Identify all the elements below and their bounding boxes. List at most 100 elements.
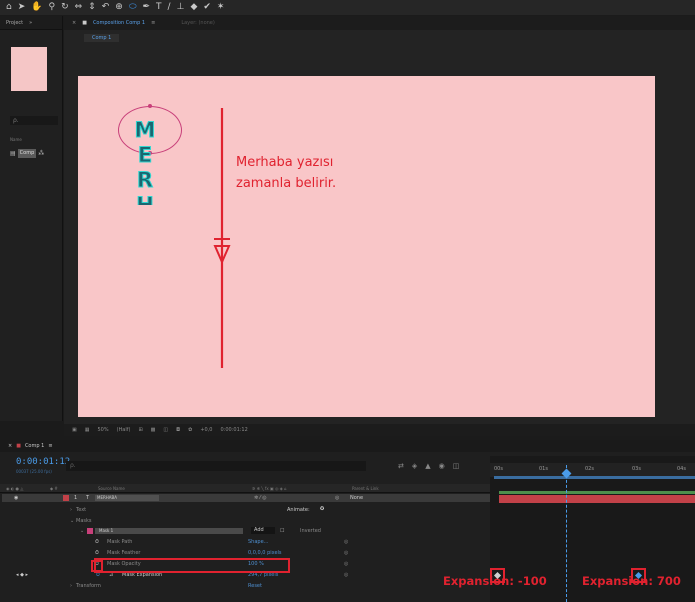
keyframe[interactable] [493,571,502,580]
project-item-comp[interactable]: ▤ Comp ⁂ [10,148,44,158]
orbit-tool-icon[interactable]: ↻ [61,0,69,15]
parent-pickwhip-icon[interactable]: ◎ [335,495,339,501]
expression-pickwhip-icon[interactable]: ◎ [344,539,348,545]
comp-breadcrumb[interactable]: Comp 1 [84,34,120,42]
parent-header[interactable]: Parent & Link [352,486,379,491]
twirl-icon[interactable]: › [70,507,72,513]
keyframe-navigator[interactable]: ◂ ◆ ▸ [16,572,28,578]
dolly-tool-icon[interactable]: ⇕ [88,0,96,15]
project-item-label: Comp [17,148,37,158]
playhead-line [566,465,567,602]
tab-layer[interactable]: Layer: (none) [181,20,215,26]
text-tool-icon[interactable]: T [156,0,162,15]
composition-viewer[interactable]: M E R H Merhaba yazısı zamanla belirir. [78,76,655,417]
source-name-header[interactable]: Source Name [98,486,125,491]
ruler-tick: 02s [585,466,594,472]
mask-path-value[interactable]: Shape... [248,539,268,545]
expression-pickwhip-icon[interactable]: ◎ [344,561,348,567]
name-column-header[interactable]: Name [10,137,22,142]
letter: R [136,168,154,193]
graph-editor-icon[interactable]: ◫ [453,462,468,470]
tools-toolbar: ⌂ ➤ ✋ ⚲ ↻ ⇔ ⇕ ↶ ⊕ ⬭ ✒ T ∕ ⊥ ◆ ✔ ✶ [0,0,695,15]
motion-blur-icon[interactable]: ◉ [439,462,453,470]
annotation-line: Merhaba yazısı [236,155,334,170]
rotate-tool-icon[interactable]: ↶ [102,0,110,15]
layer-switches[interactable]: ✲ ⁄ ◎ [254,495,267,501]
timeline-search-input[interactable]: ρ. [66,461,366,471]
masks-group[interactable]: Masks [76,518,91,524]
layer-duration-bar[interactable] [499,495,695,503]
resolution-dropdown[interactable]: (Half) [117,427,131,433]
expression-pickwhip-icon[interactable]: ◎ [344,550,348,556]
ruler-tick: 03s [632,466,641,472]
mask-color-swatch[interactable] [87,528,93,534]
twirl-icon[interactable]: ⌄ [80,528,84,534]
frame-rate-label: 00037 (25.00 fps) [16,469,52,474]
mask-vertex[interactable] [148,104,152,108]
stopwatch-icon[interactable]: ⏱ [95,539,99,545]
eraser-tool-icon[interactable]: ◆ [190,0,197,15]
twirl-icon[interactable]: ⌄ [70,518,74,524]
animate-add-icon[interactable]: ✪ [320,506,324,512]
roto-brush-tool-icon[interactable]: ✔ [203,0,211,15]
panel-menu-icon[interactable]: » [29,20,32,26]
zoom-tool-icon[interactable]: ⚲ [48,0,55,15]
text-group[interactable]: Text [76,507,86,513]
zoom-dropdown[interactable]: 50% [97,427,108,433]
keyframe-highlight [490,568,505,583]
pen-tool-icon[interactable]: ✒ [143,0,151,15]
mask-name[interactable]: Mask 1 [95,528,243,534]
stopwatch-icon[interactable]: ⏱ [95,550,99,556]
panel-close-icon[interactable]: × [72,20,76,26]
panel-close-icon[interactable]: × [8,443,12,449]
mask-ellipse-tool-icon[interactable]: ⬭ [129,0,137,15]
current-time-display[interactable]: 0:00:01:12 [220,427,247,433]
clone-stamp-tool-icon[interactable]: ⊥ [177,0,185,15]
parent-dropdown[interactable]: None [350,495,363,501]
mask-feather-value[interactable]: 0,0,0,0 pixels [248,550,282,556]
timeline-tabbar: × ■ Comp 1 ≡ [0,440,695,452]
time-ruler[interactable]: 00s 01s 02s 03s 04s [490,463,695,477]
layer-column-header: ◉ ◐ ● ◬ ◆ # Source Name ✲ ✻ ╲ fx ▣ ◎ ◈ ⌂… [0,484,490,493]
tab-composition[interactable]: Composition Comp 1 [93,20,145,26]
region-of-interest-icon[interactable]: ▣ [72,427,77,433]
tab-comp1[interactable]: Comp 1 [25,443,44,449]
anchor-tool-icon[interactable]: ⊕ [115,0,123,15]
expression-pickwhip-icon[interactable]: ◎ [344,572,348,578]
inverted-checkbox[interactable]: ☐ [280,528,284,534]
lock-icon[interactable]: ■ [82,20,87,26]
tab-menu-icon[interactable]: ≡ [48,443,52,449]
keyframe[interactable] [634,571,643,580]
work-area-bar[interactable] [494,476,695,479]
hand-tool-icon[interactable]: ✋ [31,0,42,15]
tab-project[interactable]: Project [6,20,23,26]
transform-reset-link[interactable]: Reset [248,583,262,589]
draft-3d-icon[interactable]: ◈ [412,462,425,470]
current-timecode[interactable]: 0:00:01:12 [16,457,70,467]
snapshot-icon[interactable]: ▦ [85,427,90,433]
selection-tool-icon[interactable]: ➤ [18,0,26,15]
tab-menu-icon[interactable]: ≡ [151,20,155,26]
camera-icon[interactable]: ◘ [176,427,180,433]
visibility-icon[interactable]: ◉ [14,495,18,501]
transform-group[interactable]: Transform [76,583,101,589]
exposure-value[interactable]: +0,0 [200,427,212,433]
brush-tool-icon[interactable]: ∕ [168,0,171,15]
shy-icon[interactable]: ▲ [425,462,438,470]
transparency-grid-icon[interactable]: ▩ [151,427,156,433]
twirl-icon[interactable]: › [70,583,72,589]
vertical-text-layer[interactable]: M E R H [132,118,158,206]
flowchart-icon[interactable]: ⁂ [38,150,44,157]
label-color-swatch[interactable] [63,495,69,501]
mask-visibility-icon[interactable]: ◫ [163,427,168,433]
home-icon[interactable]: ⌂ [6,0,12,15]
comp-flowchart-icon[interactable]: ⇄ [398,462,412,470]
mask-mode-dropdown[interactable]: Add [251,527,275,534]
layer-name[interactable]: MERHABA [95,495,159,501]
pan-tool-icon[interactable]: ⇔ [75,0,83,15]
exposure-icon[interactable]: ✿ [188,427,192,433]
grid-icon[interactable]: ⊞ [138,427,142,433]
project-panel: Project » ρ. Name ▤ Comp ⁂ [0,16,63,421]
puppet-tool-icon[interactable]: ✶ [217,0,225,15]
project-search-input[interactable]: ρ. [10,116,58,125]
